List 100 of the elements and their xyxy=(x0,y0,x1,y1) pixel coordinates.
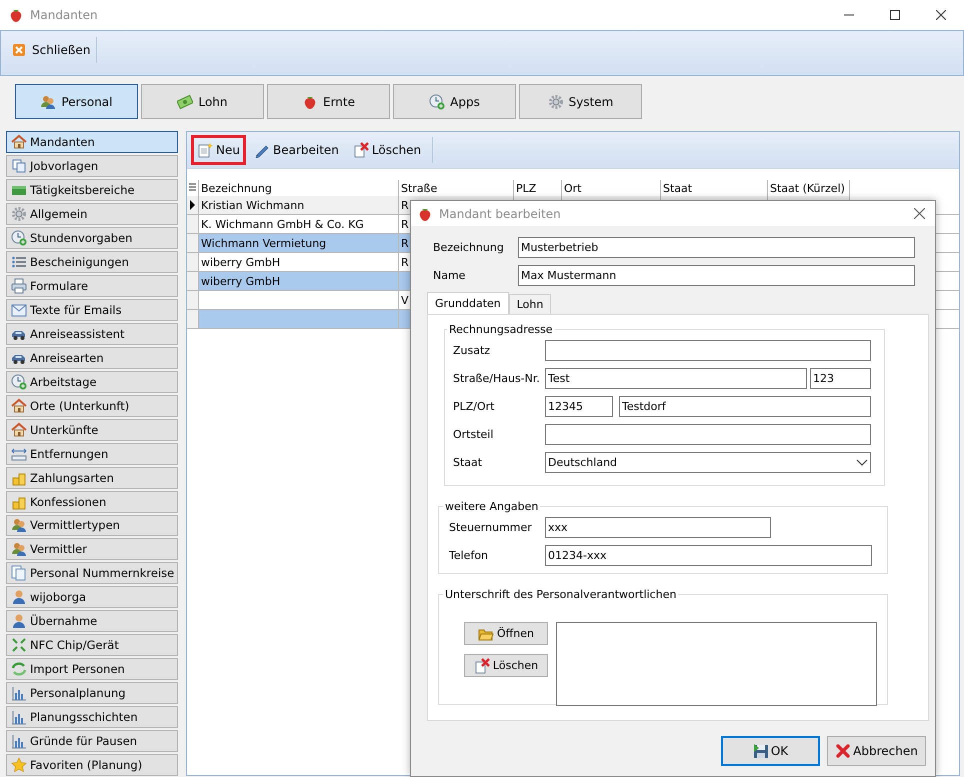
sidebar-item[interactable]: Personalplanung xyxy=(6,682,178,704)
sidebar-item[interactable]: Mandanten xyxy=(6,131,178,153)
sidebar-item[interactable]: Zahlungsarten xyxy=(6,466,178,489)
zip-field[interactable]: 12345 xyxy=(545,396,613,417)
field-label: Zusatz xyxy=(453,344,492,357)
input-field[interactable] xyxy=(545,424,871,445)
sidebar-item[interactable]: wijoborga xyxy=(6,586,178,608)
sidebar-item[interactable]: Entfernungen xyxy=(6,442,178,465)
house-icon xyxy=(11,134,27,150)
window-title: Mandanten xyxy=(30,8,98,22)
printer-icon xyxy=(11,278,27,294)
sidebar-item[interactable]: Anreiseassistent xyxy=(6,322,178,345)
sidebar-item[interactable]: Formulare xyxy=(6,274,178,297)
delete-icon xyxy=(352,142,369,158)
clock-icon xyxy=(429,94,446,110)
house-number-field[interactable]: 123 xyxy=(810,368,871,389)
sidebar-item[interactable]: Unterkünfte xyxy=(6,418,178,441)
person-icon xyxy=(11,613,27,630)
gear-icon xyxy=(548,94,564,110)
module-tab[interactable]: System xyxy=(519,84,642,119)
tab[interactable]: Lohn xyxy=(508,294,552,314)
group-title: Rechnungsadresse xyxy=(448,323,554,336)
close-icon[interactable] xyxy=(914,208,925,219)
input-field[interactable]: 01234-xxx xyxy=(545,545,872,566)
sidebar-item[interactable]: Allgemein xyxy=(6,202,178,225)
field-label: Staat xyxy=(453,456,484,469)
arrows-icon xyxy=(11,637,27,654)
mail-icon xyxy=(11,302,27,318)
table-cell: Wichmann Vermietung xyxy=(199,234,399,252)
save-icon xyxy=(752,743,769,759)
sync-icon xyxy=(11,661,27,678)
close-app-button[interactable]: Schließen xyxy=(9,37,98,63)
module-tab[interactable]: Ernte xyxy=(267,84,390,119)
sidebar-item[interactable]: Arbeitstage xyxy=(6,370,178,393)
street-field[interactable]: Test xyxy=(545,368,807,389)
tab[interactable]: Grunddaten xyxy=(427,292,509,314)
clock-icon xyxy=(11,374,27,390)
sidebar-item[interactable]: Personal Nummernkreise xyxy=(6,562,178,584)
sidebar-item[interactable]: Bescheinigungen xyxy=(6,250,178,273)
table-cell: Kristian Wichmann xyxy=(199,196,399,214)
signature-button[interactable]: Öffnen xyxy=(464,622,548,645)
table-cell: K. Wichmann GmbH & Co. KG xyxy=(199,215,399,233)
clock-icon xyxy=(11,230,27,246)
module-tab[interactable]: Lohn xyxy=(141,84,264,119)
sidebar-item[interactable]: Orte (Unterkunft) xyxy=(6,394,178,417)
city-field[interactable]: Testdorf xyxy=(619,396,871,417)
dialog-button[interactable]: Abbrechen xyxy=(827,736,926,766)
sidebar-item[interactable]: Jobvorlagen xyxy=(6,154,178,177)
table-cell: wiberry GmbH xyxy=(199,272,399,290)
field-label: Ortsteil xyxy=(453,428,494,441)
group-title: Unterschrift des Personalverantwortlichen xyxy=(444,588,678,601)
sidebar-item[interactable]: Tätigkeitsbereiche xyxy=(6,178,178,201)
table-cell: wiberry GmbH xyxy=(199,253,399,271)
person-icon xyxy=(11,589,27,606)
toolbar-button[interactable]: Neu xyxy=(191,135,246,165)
sidebar-item[interactable]: Favoriten (Planung) xyxy=(6,754,178,776)
star-icon xyxy=(11,757,27,774)
field-label: Bezeichnung xyxy=(433,241,505,254)
sidebar-item[interactable]: Gründe für Pausen xyxy=(6,730,178,752)
toolbar-button[interactable]: Löschen xyxy=(346,135,428,165)
people-icon xyxy=(11,541,27,558)
dialog-button[interactable]: OK xyxy=(721,736,820,766)
people-icon xyxy=(11,517,27,534)
gear-icon xyxy=(11,206,27,222)
country-dropdown[interactable]: Deutschland xyxy=(545,452,871,473)
chevron-down-icon xyxy=(856,458,868,466)
close-icon[interactable] xyxy=(936,10,946,20)
input-field[interactable] xyxy=(545,340,871,361)
sidebar-item[interactable]: Konfessionen xyxy=(6,490,178,512)
field-label: Straße/Haus-Nr. xyxy=(453,372,541,385)
new-icon xyxy=(197,142,213,158)
module-tab[interactable]: Personal xyxy=(15,84,138,119)
row-header[interactable] xyxy=(187,196,199,214)
chart-icon xyxy=(11,733,27,750)
group-title: weitere Angaben xyxy=(444,500,540,513)
sidebar-item[interactable]: Texte für Emails xyxy=(6,298,178,321)
sidebar-item[interactable]: Übernahme xyxy=(6,610,178,632)
strawberry-icon xyxy=(8,7,24,23)
toolbar-button[interactable]: Bearbeiten xyxy=(248,135,345,165)
ruler-icon xyxy=(11,446,27,462)
sidebar-item[interactable]: Planungsschichten xyxy=(6,706,178,728)
signature-button[interactable]: Löschen xyxy=(464,654,548,677)
input-field[interactable]: xxx xyxy=(545,517,771,538)
input-field[interactable]: Musterbetrieb xyxy=(518,237,915,258)
maximize-icon[interactable] xyxy=(890,10,900,20)
field-label: Name xyxy=(433,269,466,282)
sidebar-item[interactable]: Stundenvorgaben xyxy=(6,226,178,249)
chart-icon xyxy=(11,709,27,726)
sidebar-item[interactable]: Vermittler xyxy=(6,538,178,560)
list-icon xyxy=(11,254,27,270)
cancel-icon xyxy=(835,743,852,759)
sidebar-item[interactable]: Anreisearten xyxy=(6,346,178,369)
sidebar-item[interactable]: NFC Chip/Gerät xyxy=(6,634,178,656)
input-field[interactable]: Max Mustermann xyxy=(518,265,915,286)
sidebar-item[interactable]: Import Personen xyxy=(6,658,178,680)
column-chooser-icon[interactable] xyxy=(189,183,196,193)
module-tab[interactable]: Apps xyxy=(393,84,516,119)
chart-icon xyxy=(11,685,27,702)
copies-icon xyxy=(11,158,27,174)
sidebar-item[interactable]: Vermittlertypen xyxy=(6,514,178,536)
